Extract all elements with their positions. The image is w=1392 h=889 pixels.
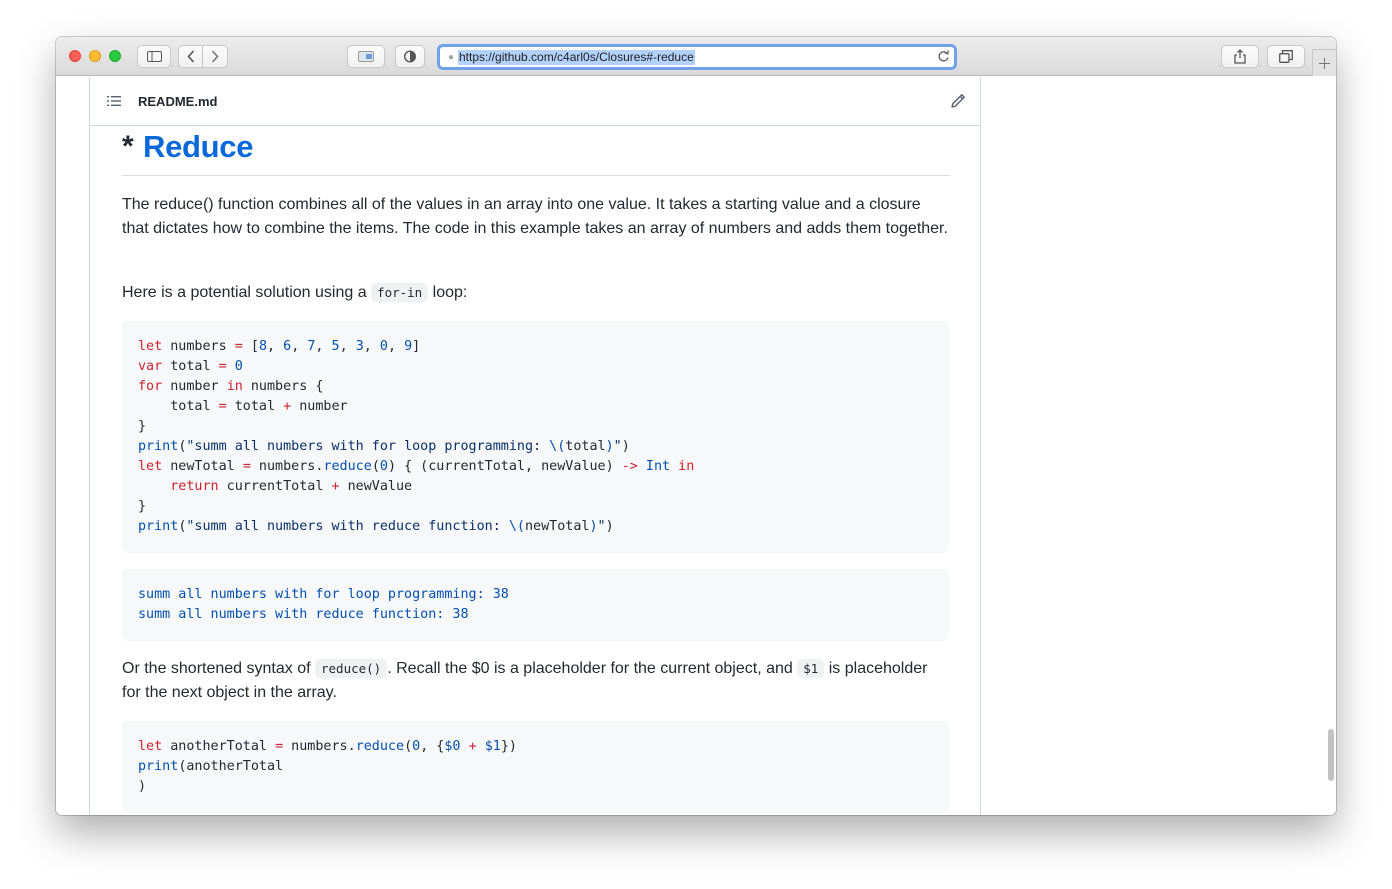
share-icon: [1234, 49, 1246, 64]
paragraph-for-in: Here is a potential solution using a for…: [122, 281, 950, 305]
reload-icon[interactable]: [937, 49, 950, 63]
chevron-right-icon: [211, 50, 219, 63]
heading-prefix: *: [122, 130, 134, 163]
zoom-window-button[interactable]: [109, 50, 121, 62]
code-line: total = total + number: [138, 399, 348, 414]
plus-icon: [1319, 57, 1330, 69]
output-line: summ all numbers with for loop programmi…: [138, 587, 509, 602]
chevron-left-icon: [186, 50, 194, 63]
reader-button[interactable]: [347, 45, 385, 68]
vertical-scrollbar[interactable]: [1328, 729, 1334, 781]
code-block-output: summ all numbers with for loop programmi…: [122, 569, 949, 641]
page-content: README.md * Reduce The reduce() function…: [56, 77, 1336, 815]
sidebar-toggle-button[interactable]: [137, 45, 171, 68]
new-tab-button[interactable]: [1312, 49, 1336, 76]
code-line: var total = 0: [138, 359, 243, 374]
code-line: print(anotherTotal: [138, 759, 284, 774]
close-window-button[interactable]: [69, 50, 81, 62]
text: . Recall the $0 is a placeholder for the…: [387, 660, 798, 677]
code-line: }: [138, 419, 147, 434]
text: loop:: [428, 284, 468, 301]
section-heading: * Reduce: [122, 126, 950, 176]
table-of-contents-icon[interactable]: [106, 93, 122, 109]
code-line: return currentTotal + newValue: [170, 479, 413, 494]
code-block-for-in: let numbers = [8, 6, 7, 5, 3, 0, 9] var …: [122, 321, 949, 553]
sidebar-icon: [146, 51, 162, 62]
code-line: let anotherTotal = numbers.reduce(0, {$0…: [138, 739, 517, 754]
code-line: print("summ all numbers with reduce func…: [138, 519, 614, 534]
paragraph-reduce-description: The reduce() function combines all of th…: [122, 196, 948, 237]
heading-link[interactable]: Reduce: [143, 129, 253, 165]
code-block-shortened: let anotherTotal = numbers.reduce(0, {$0…: [122, 721, 949, 813]
forward-button[interactable]: [203, 45, 228, 68]
inline-code: reduce(): [315, 659, 388, 678]
readme-filename: README.md: [138, 94, 218, 109]
code-line: ): [138, 779, 147, 794]
browser-window: ● https://github.com/c4arl0s/Closures#-r…: [56, 37, 1336, 815]
url-text[interactable]: https://github.com/c4arl0s/Closures#-red…: [458, 49, 695, 65]
inline-code: $1: [797, 659, 825, 678]
share-button[interactable]: [1221, 45, 1259, 68]
text: Or the shortened syntax of: [122, 660, 315, 677]
readme-container: README.md * Reduce The reduce() function…: [89, 77, 981, 815]
inline-code: for-in: [371, 283, 429, 302]
tab-overview-button[interactable]: [1267, 45, 1305, 68]
reader-icon: [358, 51, 374, 62]
tabs-icon: [1279, 50, 1293, 63]
output-line: summ all numbers with reduce function: 3…: [138, 607, 469, 622]
code-line: }: [138, 499, 147, 514]
code-line: let newTotal = numbers.reduce(0) { (curr…: [138, 459, 695, 474]
minimize-window-button[interactable]: [89, 50, 101, 62]
text: Here is a potential solution using a: [122, 284, 372, 301]
readme-header: README.md: [90, 77, 980, 126]
shield-icon: [404, 50, 416, 63]
paragraph-shortened-syntax: Or the shortened syntax of reduce(). Rec…: [122, 657, 950, 705]
back-button[interactable]: [178, 45, 203, 68]
code-line: let numbers = [8, 6, 7, 5, 3, 0, 9]: [138, 339, 421, 354]
browser-toolbar: ● https://github.com/c4arl0s/Closures#-r…: [56, 37, 1336, 76]
code-line: for number in numbers {: [138, 379, 324, 394]
code-line: print("summ all numbers with for loop pr…: [138, 439, 630, 454]
address-bar[interactable]: ● https://github.com/c4arl0s/Closures#-r…: [437, 44, 957, 70]
privacy-report-button[interactable]: [395, 45, 425, 68]
site-favicon-icon: ●: [447, 51, 455, 63]
pencil-icon[interactable]: [950, 93, 966, 109]
